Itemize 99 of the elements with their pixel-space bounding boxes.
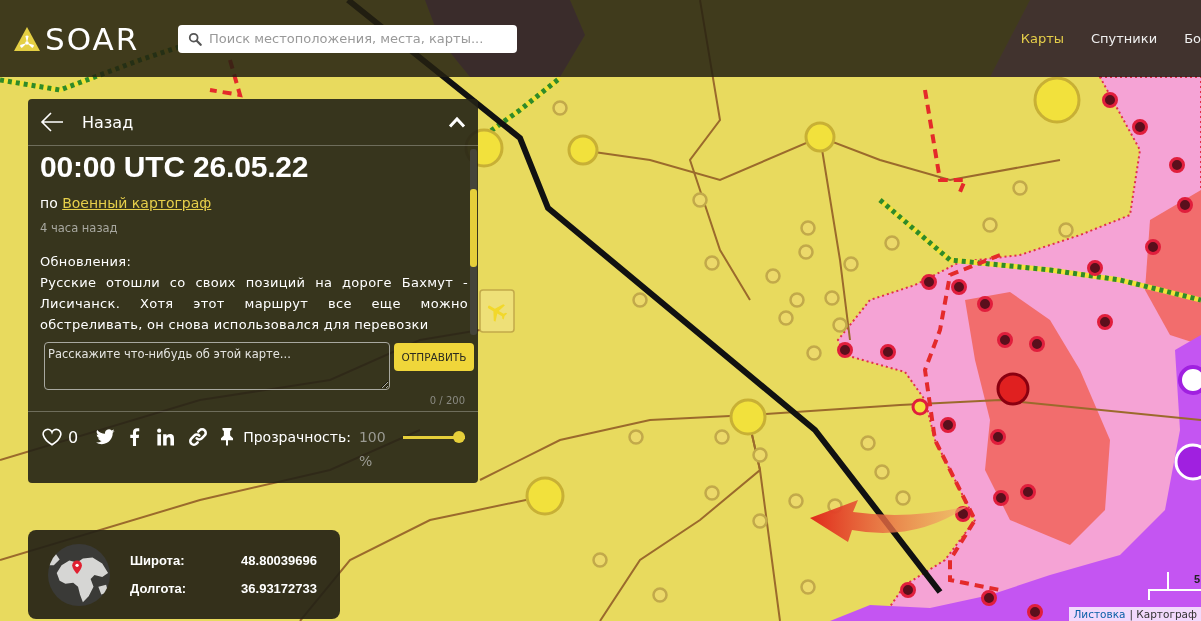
town-marker — [981, 590, 997, 606]
globe-icon — [48, 543, 110, 606]
town-marker — [843, 256, 859, 272]
town-marker — [800, 220, 816, 236]
town-marker — [1102, 92, 1118, 108]
link-icon[interactable] — [189, 428, 208, 446]
town-marker — [704, 255, 720, 271]
attribution-text: | Картограф — [1129, 607, 1197, 621]
twitter-icon[interactable] — [96, 428, 116, 446]
town-marker — [778, 310, 794, 326]
town-marker — [1132, 119, 1148, 135]
nav-link[interactable]: Карты — [1020, 29, 1065, 48]
time-ago: 4 часа назад — [40, 220, 119, 236]
nav-link[interactable]: Бо — [1184, 29, 1201, 48]
city-marker — [1033, 76, 1081, 124]
scrollbar-thumb[interactable] — [470, 189, 477, 267]
logo-text[interactable]: SOAR — [45, 22, 140, 55]
pin-icon[interactable] — [220, 428, 235, 446]
town-marker — [1029, 336, 1045, 352]
coordinate-value: 36.93172733 — [241, 580, 317, 597]
slider-thumb[interactable] — [452, 431, 465, 443]
city-marker — [1174, 443, 1201, 481]
town-marker — [837, 342, 853, 358]
town-marker — [832, 317, 848, 333]
comment-field[interactable]: Расскажите что-нибудь об этой карте... — [44, 342, 390, 390]
town-marker — [900, 582, 916, 598]
town-marker — [824, 290, 840, 306]
town-marker — [940, 417, 956, 433]
town-marker — [895, 490, 911, 506]
town-marker — [860, 435, 876, 451]
town-marker — [990, 429, 1006, 445]
like-button[interactable]: 0 — [42, 425, 79, 449]
linkedin-icon[interactable] — [157, 428, 175, 446]
town-marker — [552, 100, 568, 116]
city-marker — [729, 398, 767, 436]
city-marker — [996, 372, 1030, 406]
airplane-marker-icon[interactable] — [479, 289, 515, 333]
nav-link[interactable]: Спутники — [1091, 29, 1158, 48]
opacity-value: 100 % — [358, 428, 387, 471]
town-marker — [977, 296, 993, 312]
chevron-up-icon[interactable] — [448, 116, 466, 128]
town-marker — [1097, 314, 1113, 330]
scrollbar-track[interactable] — [470, 149, 477, 335]
submit-button[interactable]: ОТПРАВИТЬ — [394, 343, 474, 371]
town-marker — [632, 292, 648, 308]
town-marker — [788, 493, 804, 509]
coordinate-label: Широта: — [130, 552, 186, 569]
town-marker — [997, 332, 1013, 348]
town-marker — [592, 552, 608, 568]
town-marker — [911, 398, 929, 416]
town-marker — [884, 235, 900, 251]
city-marker — [567, 134, 599, 166]
town-marker — [1058, 222, 1074, 238]
town-marker — [1020, 484, 1036, 500]
map-title: 00:00 UTC 26.05.22 — [40, 149, 310, 185]
town-marker — [1087, 260, 1103, 276]
town-marker — [652, 587, 668, 603]
town-marker — [692, 192, 708, 208]
coordinate-value: 48.80039696 — [241, 552, 317, 569]
search-field[interactable]: Поиск местоположения, места, карты... — [178, 24, 517, 53]
back-button[interactable]: Назад — [40, 111, 134, 133]
town-marker — [993, 490, 1009, 506]
city-marker — [804, 121, 836, 153]
updates-text: Русские отошли со своих позиций на дороге Бахмут - Лисичанск. Хотя этот маршрут все еще можно обстреливать, он снова использовался для перевозки — [40, 274, 468, 334]
back-arrow-icon — [40, 111, 64, 133]
byline: по Военный картограф — [40, 194, 213, 213]
town-marker — [1012, 180, 1028, 196]
city-marker — [525, 476, 565, 516]
scale-bar-drawing — [1148, 571, 1201, 601]
facebook-icon[interactable] — [129, 428, 141, 446]
attribution-link[interactable]: Листовка — [1073, 607, 1126, 621]
town-marker — [1027, 604, 1043, 620]
town-marker — [1177, 197, 1193, 213]
town-marker — [714, 429, 730, 445]
town-marker — [628, 429, 644, 445]
town-marker — [789, 292, 805, 308]
town-marker — [880, 344, 896, 360]
author-link[interactable]: Военный картограф — [62, 195, 212, 211]
town-marker — [982, 217, 998, 233]
town-marker — [765, 268, 781, 284]
coordinate-label: Долгота: — [130, 580, 187, 597]
town-marker — [921, 274, 937, 290]
char-counter: 0 / 200 — [428, 394, 466, 408]
scale-label: 5 — [1193, 573, 1200, 586]
town-marker — [798, 244, 814, 260]
city-marker — [1178, 365, 1201, 395]
town-marker — [806, 345, 822, 361]
town-marker — [752, 447, 768, 463]
town-marker — [1145, 239, 1161, 255]
search-icon — [188, 31, 202, 46]
town-marker — [704, 485, 720, 501]
opacity-label: Прозрачность: — [243, 428, 351, 447]
town-marker — [1169, 157, 1185, 173]
town-marker — [800, 579, 816, 595]
updates-heading: Обновления: — [40, 253, 133, 271]
town-marker — [752, 513, 768, 529]
town-marker — [951, 279, 967, 295]
logo-icon[interactable] — [14, 26, 40, 51]
town-marker — [874, 464, 890, 480]
